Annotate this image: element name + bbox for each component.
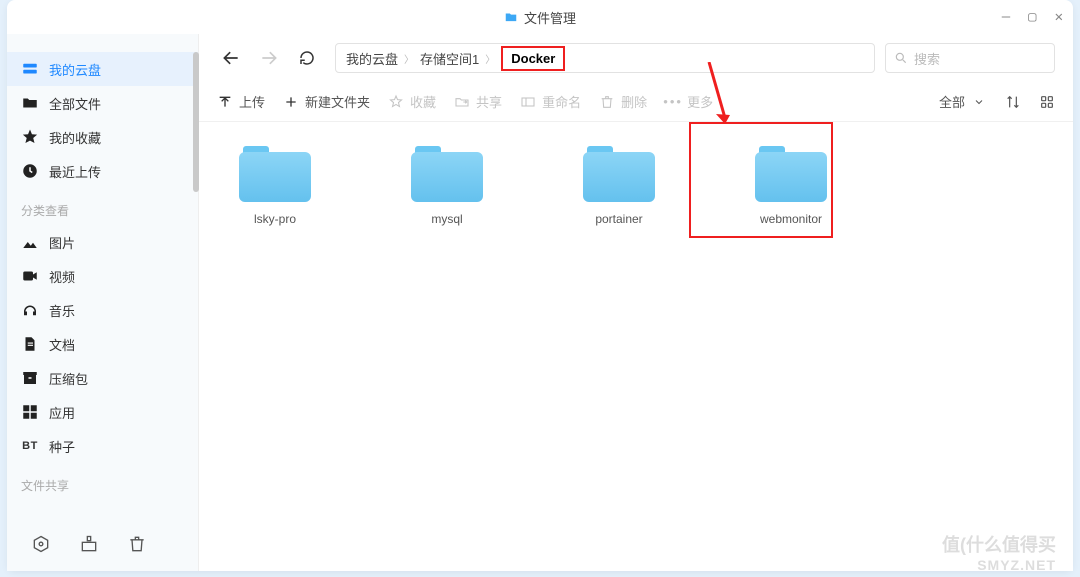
minimize-button[interactable]: —: [1002, 10, 1010, 24]
image-icon: [21, 233, 39, 251]
new-folder-button[interactable]: 新建文件夹: [283, 92, 370, 111]
sidebar-item-favorites[interactable]: 我的收藏: [7, 120, 198, 154]
sidebar-item-docs[interactable]: 文档: [7, 327, 198, 361]
search-icon: [894, 51, 908, 65]
chevron-right-icon: 〉: [485, 51, 495, 66]
toolbar: 上传 新建文件夹 收藏 共享 重命名: [199, 82, 1073, 122]
sidebar-item-label: 我的云盘: [49, 60, 101, 79]
search-input[interactable]: 搜索: [885, 43, 1055, 73]
folder-icon: [21, 94, 39, 112]
folder-icon: [755, 144, 827, 204]
folder-icon: [239, 144, 311, 204]
folder-item[interactable]: lsky-pro: [225, 144, 325, 226]
headphones-icon: [21, 301, 39, 319]
app-window: 文件管理 — ▢ ✕ 我的云盘 全部文件 我的收藏: [7, 0, 1073, 571]
nav-back-button[interactable]: [217, 44, 245, 72]
search-placeholder: 搜索: [914, 49, 940, 68]
clock-icon: [21, 162, 39, 180]
sidebar-section-share: 文件共享: [7, 463, 198, 500]
close-button[interactable]: ✕: [1055, 10, 1063, 24]
cloud-disk-icon: [21, 60, 39, 78]
settings-icon[interactable]: [31, 534, 51, 554]
sidebar-item-apps[interactable]: 应用: [7, 395, 198, 429]
watermark-domain: SMYZ.NET: [977, 557, 1056, 573]
folder-item[interactable]: webmonitor: [741, 144, 841, 226]
more-dots-icon: •••: [665, 94, 681, 110]
sidebar-item-label: 文档: [49, 335, 75, 354]
main-pane: 我的云盘 〉 存储空间1 〉 Docker 搜索 上传: [199, 34, 1073, 571]
sort-icon[interactable]: [1005, 94, 1021, 110]
sidebar-item-label: 我的收藏: [49, 128, 101, 147]
folder-name: mysql: [431, 212, 462, 226]
rename-button[interactable]: 重命名: [520, 92, 581, 111]
folder-icon: [411, 144, 483, 204]
trash-icon[interactable]: [127, 534, 147, 554]
file-grid-area: lsky-pro mysql portainer webmonitor: [199, 122, 1073, 571]
breadcrumb-part[interactable]: 存储空间1: [420, 49, 479, 68]
sidebar-item-label: 图片: [49, 233, 75, 252]
chevron-right-icon: 〉: [404, 51, 414, 66]
sidebar-item-images[interactable]: 图片: [7, 225, 198, 259]
favorite-button[interactable]: 收藏: [388, 92, 436, 111]
nav-refresh-button[interactable]: [293, 44, 321, 72]
share-icon: [454, 94, 470, 110]
sidebar-item-label: 最近上传: [49, 162, 101, 181]
window-controls: — ▢ ✕: [1002, 0, 1063, 34]
sidebar-item-video[interactable]: 视频: [7, 259, 198, 293]
apps-icon: [21, 403, 39, 421]
sidebar-item-archive[interactable]: 压缩包: [7, 361, 198, 395]
title-bar: 文件管理 — ▢ ✕: [7, 0, 1073, 34]
breadcrumb-part[interactable]: 我的云盘: [346, 49, 398, 68]
share-button[interactable]: 共享: [454, 92, 502, 111]
folder-item[interactable]: portainer: [569, 144, 669, 226]
upload-icon: [217, 94, 233, 110]
watermark-text: 值(什么值得买: [942, 531, 1056, 557]
sidebar-item-label: 视频: [49, 267, 75, 286]
sidebar-item-torrent[interactable]: BT 种子: [7, 429, 198, 463]
filter-all-dropdown[interactable]: 全部: [939, 92, 987, 111]
sidebar-item-label: 音乐: [49, 301, 75, 320]
maximize-button[interactable]: ▢: [1028, 10, 1036, 24]
video-icon: [21, 267, 39, 285]
window-title: 文件管理: [524, 8, 576, 27]
star-icon: [21, 128, 39, 146]
folder-icon: [583, 144, 655, 204]
sidebar: 我的云盘 全部文件 我的收藏 最近上传 分类查看 图片: [7, 34, 199, 571]
more-button[interactable]: ••• 更多: [665, 92, 713, 111]
nav-forward-button[interactable]: [255, 44, 283, 72]
rename-icon: [520, 94, 536, 110]
sidebar-item-allfiles[interactable]: 全部文件: [7, 86, 198, 120]
document-icon: [21, 335, 39, 353]
window-body: 我的云盘 全部文件 我的收藏 最近上传 分类查看 图片: [7, 34, 1073, 571]
star-outline-icon: [388, 94, 404, 110]
sidebar-bottom-tools: [7, 517, 198, 571]
trash-outline-icon: [599, 94, 615, 110]
upload-button[interactable]: 上传: [217, 92, 265, 111]
delete-button[interactable]: 删除: [599, 92, 647, 111]
bt-text-icon: BT: [21, 437, 39, 455]
mount-icon[interactable]: [79, 534, 99, 554]
folder-name: webmonitor: [760, 212, 822, 226]
view-grid-icon[interactable]: [1039, 94, 1055, 110]
archive-icon: [21, 369, 39, 387]
breadcrumb[interactable]: 我的云盘 〉 存储空间1 〉 Docker: [335, 43, 875, 73]
sidebar-item-mycloud[interactable]: 我的云盘: [7, 52, 198, 86]
breadcrumb-current: Docker: [501, 46, 565, 71]
chevron-down-icon: [971, 94, 987, 110]
sidebar-item-label: 全部文件: [49, 94, 101, 113]
folder-name: portainer: [595, 212, 642, 226]
sidebar-item-label: 压缩包: [49, 369, 88, 388]
sidebar-item-recent[interactable]: 最近上传: [7, 154, 198, 188]
navigation-bar: 我的云盘 〉 存储空间1 〉 Docker 搜索: [199, 34, 1073, 82]
sidebar-item-label: 应用: [49, 403, 75, 422]
plus-icon: [283, 94, 299, 110]
sidebar-item-label: 种子: [49, 437, 75, 456]
sidebar-section-categories: 分类查看: [7, 188, 198, 225]
app-icon: [504, 10, 518, 24]
folder-item[interactable]: mysql: [397, 144, 497, 226]
sidebar-item-music[interactable]: 音乐: [7, 293, 198, 327]
folder-name: lsky-pro: [254, 212, 296, 226]
